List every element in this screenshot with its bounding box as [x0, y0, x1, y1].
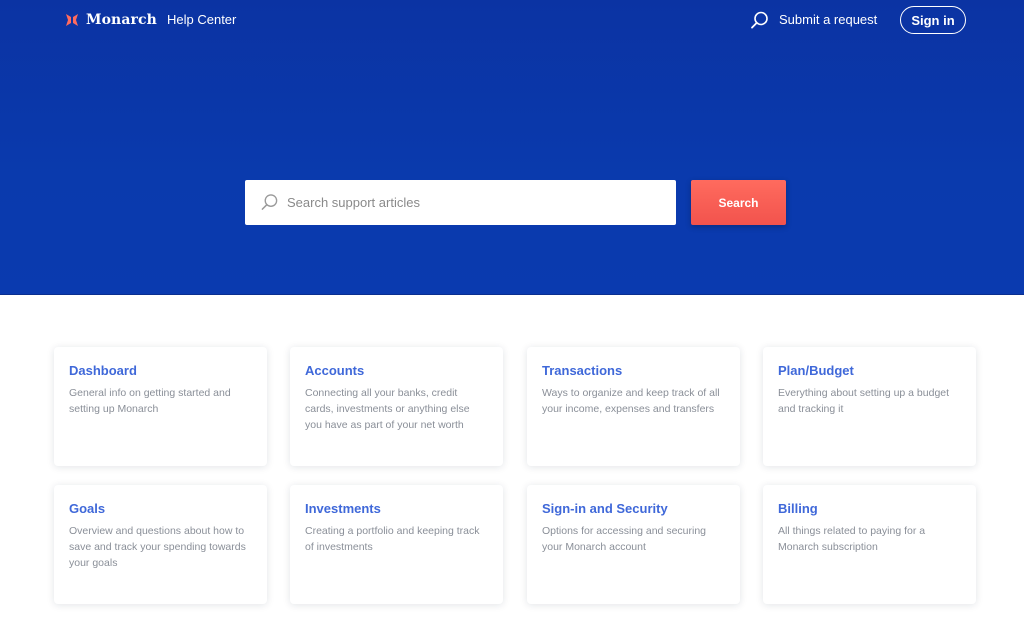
monarch-logo-icon [66, 14, 78, 26]
category-title: Goals [69, 501, 106, 516]
search-input[interactable] [287, 180, 667, 225]
category-description: Overview and questions about how to save… [69, 525, 246, 569]
category-title: Transactions [542, 363, 623, 378]
category-title: Dashboard [69, 363, 137, 378]
category-description: Ways to organize and keep track of all y… [542, 387, 720, 415]
top-navigation: Monarch Help Center Submit a request Sig… [0, 0, 1024, 40]
submit-request-link[interactable]: Submit a request [779, 12, 877, 27]
search-button[interactable]: Search [691, 180, 786, 225]
search-icon [261, 194, 278, 210]
category-description: General info on getting started and sett… [69, 387, 231, 415]
category-description: Options for accessing and securing your … [542, 525, 707, 553]
hero-banner: Monarch Help Center Submit a request Sig… [0, 0, 1024, 295]
category-description: Connecting all your banks, credit cards,… [305, 387, 470, 431]
category-card-accounts[interactable]: Accounts Connecting all your banks, cred… [290, 347, 503, 466]
category-title: Investments [305, 501, 381, 516]
sign-in-button[interactable]: Sign in [900, 6, 966, 34]
category-title: Accounts [305, 363, 365, 378]
brand-name: Monarch [86, 12, 157, 28]
category-title: Sign-in and Security [542, 501, 668, 516]
category-card-dashboard[interactable]: Dashboard General info on getting starte… [54, 347, 267, 466]
category-description: Creating a portfolio and keeping track o… [305, 525, 480, 553]
brand-logo[interactable]: Monarch [65, 11, 157, 29]
search-icon[interactable] [750, 10, 770, 30]
help-center-link[interactable]: Help Center [167, 12, 236, 27]
search-box [245, 180, 676, 225]
category-card-goals[interactable]: Goals Overview and questions about how t… [54, 485, 267, 604]
category-title: Billing [778, 501, 818, 516]
category-card-sign-in-security[interactable]: Sign-in and Security Options for accessi… [527, 485, 740, 604]
category-description: All things related to paying for a Monar… [778, 525, 926, 553]
category-card-transactions[interactable]: Transactions Ways to organize and keep t… [527, 347, 740, 466]
category-title: Plan/Budget [778, 363, 854, 378]
category-card-billing[interactable]: Billing All things related to paying for… [763, 485, 976, 604]
category-description: Everything about setting up a budget and… [778, 387, 950, 415]
category-card-investments[interactable]: Investments Creating a portfolio and kee… [290, 485, 503, 604]
category-card-plan-budget[interactable]: Plan/Budget Everything about setting up … [763, 347, 976, 466]
